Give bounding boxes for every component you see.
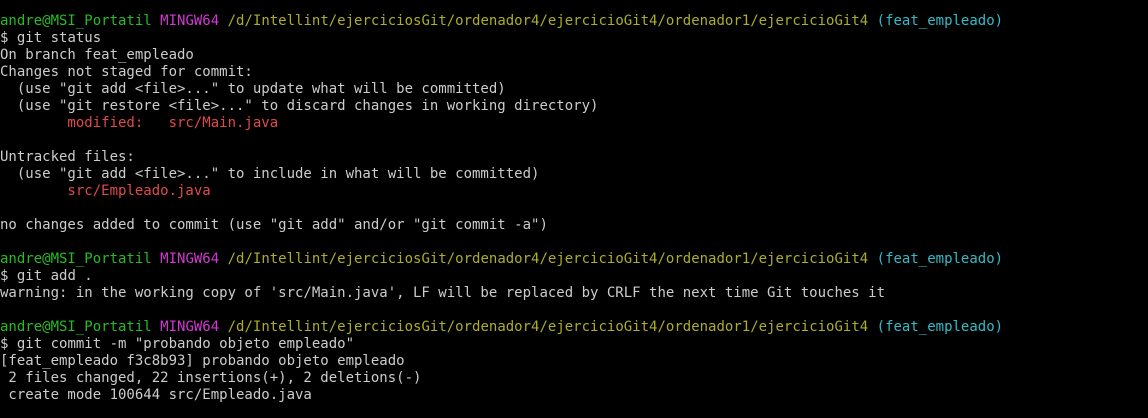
prompt-symbol: $ — [0, 336, 9, 352]
prompt-symbol: $ — [0, 268, 9, 284]
command-line: $ git status — [0, 30, 1148, 47]
prompt-symbol: $ — [0, 30, 9, 46]
output-line: (use "git add <file>..." to update what … — [0, 81, 506, 97]
output-line: Changes not staged for commit: — [0, 64, 253, 80]
command-line: $ git add . — [0, 268, 1148, 285]
command-line: $ git commit -m "probando objeto emplead… — [0, 336, 1148, 353]
prompt-line: andre@MSI_Portatil MINGW64 /d/Intellint/… — [0, 13, 1148, 30]
prompt-user-host: andre@MSI_Portatil — [0, 13, 152, 29]
output-line: (use "git add <file>..." to include in w… — [0, 166, 540, 182]
output-line: create mode 100644 src/Empleado.java — [0, 387, 312, 403]
command-text: git commit -m "probando objeto empleado" — [16, 336, 355, 352]
command-text: git add . — [16, 268, 93, 284]
output-line: (use "git restore <file>..." to discard … — [0, 98, 599, 114]
prompt-path: /d/Intellint/ejerciciosGit/ordenador4/ej… — [227, 13, 869, 29]
prompt-branch: (feat_empleado) — [876, 319, 1004, 335]
prompt-line: andre@MSI_Portatil MINGW64 /d/Intellint/… — [0, 319, 1148, 336]
prompt-user-host: andre@MSI_Portatil — [0, 251, 152, 267]
output-line: 2 files changed, 22 insertions(+), 2 del… — [0, 370, 422, 386]
prompt-path: /d/Intellint/ejerciciosGit/ordenador4/ej… — [227, 251, 869, 267]
output-line: Untracked files: — [0, 149, 135, 165]
output-line: modified: src/Main.java — [0, 115, 279, 131]
command-text: git status — [16, 30, 102, 46]
prompt-branch: (feat_empleado) — [876, 251, 1004, 267]
prompt-shell: MINGW64 — [160, 251, 220, 267]
prompt-user-host: andre@MSI_Portatil — [0, 319, 152, 335]
output-line: src/Empleado.java — [0, 183, 211, 199]
prompt-line: andre@MSI_Portatil MINGW64 /d/Intellint/… — [0, 251, 1148, 268]
output-line: [feat_empleado f3c8b93] probando objeto … — [0, 353, 405, 369]
prompt-path: /d/Intellint/ejerciciosGit/ordenador4/ej… — [227, 319, 869, 335]
prompt-shell: MINGW64 — [160, 319, 220, 335]
terminal-window[interactable]: andre@MSI_Portatil MINGW64 /d/Intellint/… — [0, 0, 1148, 418]
prompt-shell: MINGW64 — [160, 13, 220, 29]
output-line: On branch feat_empleado — [0, 47, 194, 63]
output-line: no changes added to commit (use "git add… — [0, 217, 548, 233]
prompt-branch: (feat_empleado) — [876, 13, 1004, 29]
output-line: warning: in the working copy of 'src/Mai… — [0, 285, 886, 301]
